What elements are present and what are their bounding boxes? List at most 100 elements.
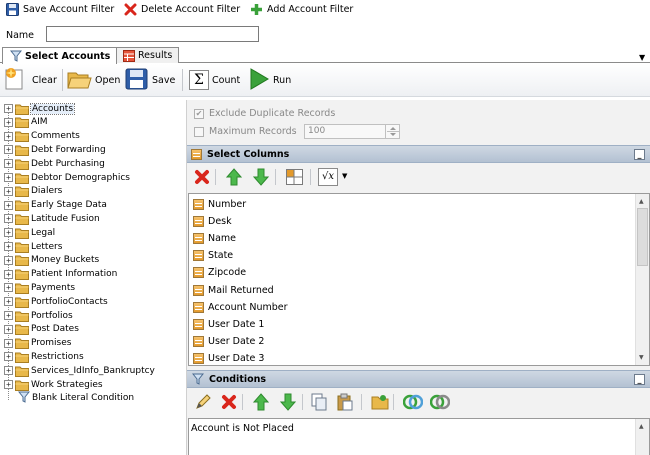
column-list-item[interactable]: Number (193, 196, 246, 212)
column-grid-icon (193, 215, 204, 227)
max-records-option[interactable]: Maximum Records (194, 126, 297, 137)
expand-icon[interactable]: + (4, 131, 13, 141)
formula-dropdown-icon[interactable]: ▼ (342, 172, 347, 180)
column-layout-icon[interactable] (286, 169, 303, 188)
and-link-icon[interactable] (402, 394, 424, 413)
run-button[interactable]: Run (248, 67, 291, 93)
column-list-item[interactable]: User Date 2 (193, 334, 264, 350)
tree-item[interactable]: + Patient Information (4, 268, 117, 281)
expand-icon[interactable]: + (4, 366, 13, 376)
tree-item[interactable]: + PortfolioContacts (4, 295, 108, 308)
scroll-up-icon[interactable]: ▲ (639, 423, 644, 430)
column-list-item[interactable]: Zipcode (193, 265, 246, 281)
tree-item[interactable]: + Dialers (4, 185, 62, 198)
expand-icon[interactable]: + (4, 380, 13, 389)
move-down-arrow-icon[interactable] (279, 393, 297, 414)
max-records-spinner[interactable] (385, 125, 399, 138)
exclude-duplicates-checkbox[interactable]: ✔ (194, 108, 204, 119)
tree-item[interactable]: + Letters (4, 240, 62, 253)
expand-icon[interactable]: + (4, 104, 13, 113)
expand-icon[interactable]: + (4, 297, 13, 307)
tree-item[interactable]: + Post Dates (4, 323, 79, 336)
tree-item[interactable]: + Latitude Fusion (4, 212, 100, 225)
tree-item[interactable]: + Money Buckets (4, 254, 99, 267)
expand-icon[interactable]: + (4, 228, 13, 238)
scroll-down-icon[interactable]: ▼ (639, 354, 644, 361)
name-input[interactable] (46, 26, 259, 42)
expand-icon[interactable]: + (4, 117, 13, 127)
expand-icon[interactable]: + (4, 352, 13, 362)
expand-icon[interactable]: + (4, 311, 13, 320)
exclude-duplicates-option[interactable]: ✔ Exclude Duplicate Records (194, 108, 335, 119)
tree-item[interactable]: + AIM (4, 116, 48, 129)
column-list-item[interactable]: Desk (193, 213, 232, 229)
save-account-filter-button[interactable]: Save Account Filter (6, 2, 114, 17)
formula-icon[interactable]: √x (318, 168, 338, 186)
column-list-item[interactable]: User Date 3 (193, 351, 264, 365)
move-up-arrow-icon[interactable] (252, 393, 270, 414)
expand-icon[interactable]: + (4, 283, 13, 293)
move-down-arrow-icon[interactable] (252, 168, 270, 189)
scroll-up-icon[interactable]: ▲ (639, 198, 644, 205)
tree-item[interactable]: + Legal (4, 226, 55, 239)
expand-icon[interactable]: + (4, 173, 13, 182)
expand-icon[interactable]: + (4, 145, 13, 155)
tab-overflow-arrow-icon[interactable]: ▼ (639, 53, 645, 62)
tree-item[interactable]: + Payments (4, 281, 75, 294)
open-button[interactable]: Open (66, 67, 120, 93)
conditions-collapse-button[interactable]: _ (634, 374, 645, 385)
edit-condition-icon[interactable] (195, 394, 211, 413)
columns-scrollbar[interactable]: ▲ ▼ (635, 194, 649, 365)
expand-icon[interactable]: + (4, 255, 13, 265)
clear-button[interactable]: Clear (3, 67, 57, 93)
count-button[interactable]: Σ Count (189, 67, 240, 93)
move-up-arrow-icon[interactable] (225, 168, 243, 189)
tree-item[interactable]: + Accounts (4, 102, 76, 115)
tree-item[interactable]: + Debt Purchasing (4, 157, 105, 170)
tree-item[interactable]: + Debtor Demographics (4, 171, 130, 184)
expand-icon[interactable]: + (4, 200, 13, 210)
copy-icon[interactable] (311, 393, 327, 414)
select-columns-collapse-button[interactable]: _ (634, 149, 645, 160)
condition-list-item[interactable]: Account is Not Placed (191, 420, 294, 436)
blank-literal-condition-item[interactable]: Blank Literal Condition (17, 391, 134, 405)
expand-icon[interactable]: + (4, 214, 13, 224)
columns-scroll-thumb[interactable] (637, 208, 648, 266)
conditions-scrollbar[interactable]: ▲ (635, 419, 649, 455)
save-button[interactable]: Save (125, 67, 175, 93)
delete-column-icon[interactable] (194, 169, 210, 188)
expand-icon[interactable]: + (4, 324, 13, 334)
delete-account-filter-button[interactable]: Delete Account Filter (124, 2, 240, 17)
tree-item[interactable]: + Early Stage Data (4, 199, 107, 212)
tree-item-label: Debt Purchasing (31, 158, 105, 169)
columns-list[interactable]: Number Desk Name State Zipcode Mail Returned A… (188, 193, 650, 366)
paste-icon[interactable] (337, 393, 353, 414)
expand-icon[interactable]: + (4, 159, 13, 169)
tree-item[interactable]: + Portfolios (4, 309, 73, 322)
tab-results[interactable]: Results (115, 47, 180, 63)
tree-item[interactable]: + Restrictions (4, 350, 84, 363)
expand-icon[interactable]: + (4, 242, 13, 251)
expand-icon[interactable]: + (4, 186, 13, 196)
condition-folder-icon[interactable] (371, 393, 389, 414)
max-records-checkbox[interactable] (194, 126, 204, 137)
tree-item[interactable]: + Debt Forwarding (4, 143, 106, 156)
tree-item[interactable]: + Work Strategies (4, 378, 103, 391)
tree-item[interactable]: + Comments (4, 130, 80, 143)
tab-select-accounts[interactable]: Select Accounts (2, 47, 118, 64)
delete-condition-icon[interactable] (221, 394, 237, 413)
tree-item[interactable]: + Promises (4, 337, 71, 350)
folder-icon (15, 214, 29, 225)
expand-icon[interactable]: + (4, 269, 13, 279)
or-link-icon[interactable] (429, 394, 451, 413)
column-list-item[interactable]: Name (193, 230, 236, 246)
folder-icon (15, 255, 29, 267)
column-list-item[interactable]: State (193, 248, 233, 264)
tree-item[interactable]: + Services_IdInfo_Bankruptcy (4, 364, 155, 377)
column-list-item[interactable]: User Date 1 (193, 316, 264, 332)
conditions-list[interactable]: Account is Not Placed ▲ (188, 418, 650, 455)
add-account-filter-button[interactable]: Add Account Filter (250, 2, 353, 17)
expand-icon[interactable]: + (4, 338, 13, 348)
column-list-item[interactable]: Account Number (193, 299, 288, 315)
column-list-item[interactable]: Mail Returned (193, 282, 274, 298)
